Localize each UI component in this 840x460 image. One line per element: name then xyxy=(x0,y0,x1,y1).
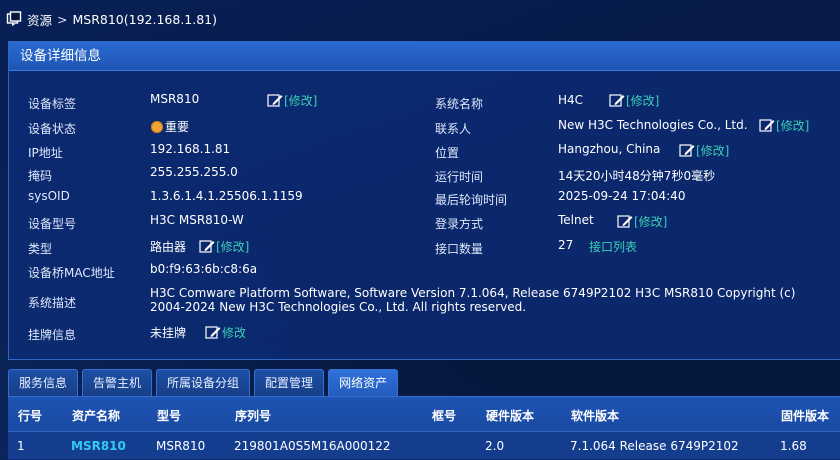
asset-model: MSR810 xyxy=(156,439,206,453)
edit-icon xyxy=(609,94,625,107)
breadcrumb-current: MSR810(192.168.1.81) xyxy=(72,11,218,27)
mac-label: 设备桥MAC地址 xyxy=(28,266,115,280)
panel-title: 设备详细信息 xyxy=(9,42,840,71)
contact-value: New H3C Technologies Co., Ltd. xyxy=(558,118,748,132)
status-important-icon xyxy=(151,121,163,133)
asset-name-link[interactable]: MSR810 xyxy=(71,439,126,453)
asset-serial: 219801A0S5M16A000122 xyxy=(234,439,391,453)
column-header[interactable]: 资产名称 xyxy=(72,407,120,424)
table-row[interactable]: 1 MSR810 MSR810 219801A0S5M16A000122 2.0… xyxy=(8,431,840,459)
edit-label: [修改] xyxy=(216,240,250,254)
model-value: H3C MSR810-W xyxy=(150,213,244,227)
edit-label: [修改] xyxy=(284,94,318,108)
breadcrumb: 资源 > MSR810(192.168.1.81) xyxy=(6,10,217,28)
column-header[interactable]: 框号 xyxy=(432,407,456,424)
ip-label: IP地址 xyxy=(28,146,63,160)
device-label-value: MSR810 xyxy=(150,92,200,106)
edit-label: [修改] xyxy=(626,94,660,108)
sysoid-value: 1.3.6.1.4.1.25506.1.1159 xyxy=(150,189,303,203)
breadcrumb-separator: > xyxy=(57,11,68,27)
device-label-edit-link[interactable]: [修改] xyxy=(267,92,317,109)
tag-info-edit-link[interactable]: 修改 xyxy=(205,324,246,341)
edit-icon xyxy=(617,215,633,228)
contact-edit-link[interactable]: [修改] xyxy=(759,117,809,134)
tab-device-group[interactable]: 所属设备分组 xyxy=(156,369,251,396)
sysoid-label: sysOID xyxy=(28,189,70,203)
edit-icon xyxy=(679,144,695,157)
column-header[interactable]: 固件版本 xyxy=(781,407,829,424)
location-edit-link[interactable]: [修改] xyxy=(679,142,729,159)
tab-network-assets[interactable]: 网络资产 xyxy=(328,369,399,396)
tab-service-info[interactable]: 服务信息 xyxy=(8,369,79,396)
resource-icon xyxy=(6,11,22,26)
location-label: 位置 xyxy=(435,146,460,160)
tag-info-value: 未挂牌 xyxy=(150,326,187,340)
edit-label: [修改] xyxy=(634,215,668,229)
last-poll-value: 2025-09-24 17:04:40 xyxy=(558,189,686,203)
table-header: 行号 资产名称 型号 序列号 框号 硬件版本 软件版本 固件版本 xyxy=(8,397,840,431)
uptime-label: 运行时间 xyxy=(435,170,484,184)
column-header[interactable]: 型号 xyxy=(157,407,181,424)
edit-icon xyxy=(759,119,775,132)
sys-name-value: H4C xyxy=(558,93,584,107)
type-edit-link[interactable]: [修改] xyxy=(199,238,249,255)
type-value: 路由器 xyxy=(150,240,187,254)
device-label-label: 设备标签 xyxy=(28,97,77,111)
login-edit-link[interactable]: [修改] xyxy=(617,213,667,230)
sys-name-edit-link[interactable]: [修改] xyxy=(609,92,659,109)
mask-value: 255.255.255.0 xyxy=(150,165,238,179)
edit-icon xyxy=(205,326,221,339)
detail-tabs: 服务信息 告警主机 所属设备分组 配置管理 网络资产 xyxy=(8,369,399,396)
edit-icon xyxy=(199,240,215,253)
edit-icon xyxy=(267,94,283,107)
contact-label: 联系人 xyxy=(435,122,472,136)
type-label: 类型 xyxy=(28,242,53,256)
tab-alarm-host[interactable]: 告警主机 xyxy=(82,369,153,396)
tab-config-management[interactable]: 配置管理 xyxy=(254,369,325,396)
edit-label: [修改] xyxy=(776,119,810,133)
column-header[interactable]: 软件版本 xyxy=(571,407,619,424)
sys-name-label: 系统名称 xyxy=(435,97,484,111)
device-detail-panel: 设备详细信息 设备标签 MSR810 [修改] 设备状态 重要 IP地址 192… xyxy=(8,41,840,360)
description-value: H3C Comware Platform Software, Software … xyxy=(150,286,796,314)
asset-firmware-version: 1.68 xyxy=(780,439,807,453)
interfaces-label: 接口数量 xyxy=(435,242,484,256)
last-poll-label: 最后轮询时间 xyxy=(435,193,508,207)
mac-value: b0:f9:63:6b:c8:6a xyxy=(150,262,258,276)
column-header[interactable]: 硬件版本 xyxy=(486,407,534,424)
tag-info-label: 挂牌信息 xyxy=(28,328,77,342)
interface-list-link[interactable]: 接口列表 xyxy=(589,238,637,255)
edit-label: 修改 xyxy=(222,326,247,340)
edit-label: [修改] xyxy=(696,144,730,158)
ip-value: 192.168.1.81 xyxy=(150,142,231,156)
column-header[interactable]: 行号 xyxy=(18,407,42,424)
login-value: Telnet xyxy=(558,213,594,227)
description-label: 系统描述 xyxy=(28,296,77,310)
login-label: 登录方式 xyxy=(435,217,484,231)
asset-hardware-version: 2.0 xyxy=(485,439,505,453)
row-number: 1 xyxy=(17,439,25,453)
model-label: 设备型号 xyxy=(28,217,77,231)
device-status-label: 设备状态 xyxy=(28,122,77,136)
interfaces-count: 27 xyxy=(558,238,574,252)
uptime-value: 14天20小时48分钟7秒0毫秒 xyxy=(558,169,716,183)
location-value: Hangzhou, China xyxy=(558,142,661,156)
column-header[interactable]: 序列号 xyxy=(235,407,271,424)
asset-software-version: 7.1.064 Release 6749P2102 xyxy=(570,439,739,453)
asset-table: 行号 资产名称 型号 序列号 框号 硬件版本 软件版本 固件版本 1 MSR81… xyxy=(8,396,840,460)
mask-label: 掩码 xyxy=(28,169,53,183)
breadcrumb-root[interactable]: 资源 xyxy=(27,10,52,29)
device-status-text: 重要 xyxy=(165,120,190,134)
device-status-value: 重要 xyxy=(151,118,189,135)
